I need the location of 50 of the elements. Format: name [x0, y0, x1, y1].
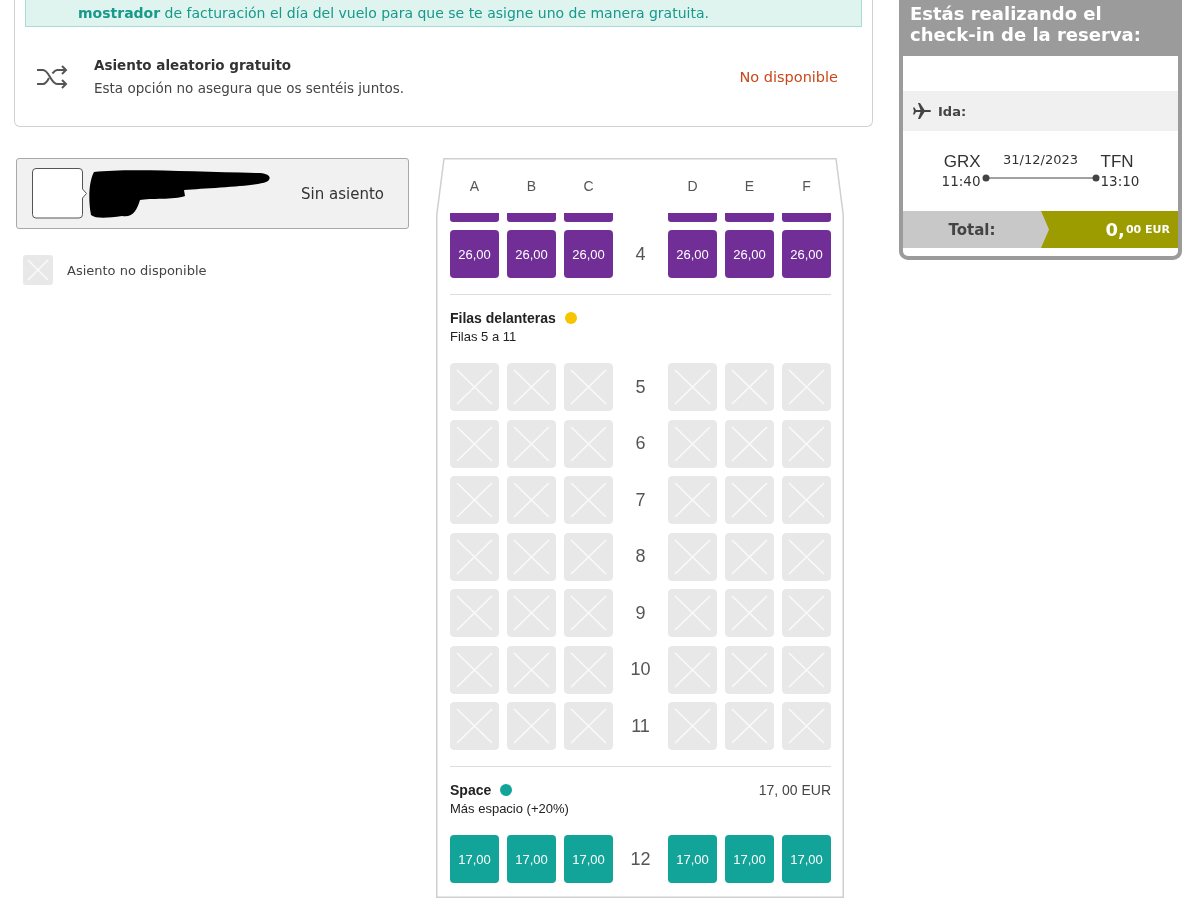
- row-number: 9: [634, 602, 647, 624]
- seat-status-text: Sin asiento: [301, 184, 384, 203]
- seat-tag-icon: [32, 168, 87, 219]
- row-number: 12: [629, 848, 652, 870]
- row-number: 5: [634, 376, 647, 398]
- total-amount: 0,$^{00 EUR}$: [1041, 211, 1178, 248]
- seat-button[interactable]: 26,00: [450, 230, 499, 278]
- seat-button[interactable]: [782, 213, 831, 222]
- departure-time: 11:40: [941, 172, 981, 190]
- section-subtitle: Filas 5 a 11: [450, 329, 518, 344]
- section-subtitle: Más espacio (+20%): [450, 801, 570, 816]
- availability-status: No disponible: [739, 68, 838, 85]
- seat-button[interactable]: [668, 213, 717, 222]
- row-number: 4: [634, 243, 647, 265]
- info-text: mostrador de facturación el día del vuelo para que se te asigne uno de manera gratuita.: [78, 4, 710, 22]
- arrival-time: 13:10: [1100, 172, 1140, 190]
- row-number: 11: [630, 715, 651, 737]
- section-price: 17, 00 EUR: [758, 782, 831, 798]
- seat-button[interactable]: [450, 213, 499, 222]
- seat-button[interactable]: 26,00: [564, 230, 613, 278]
- row-number: 6: [634, 433, 647, 454]
- column-label: D: [686, 177, 699, 194]
- seat-button[interactable]: 26,00: [507, 230, 556, 278]
- section-title: Filas delanteras: [450, 310, 556, 326]
- destination-code: TFN: [1100, 151, 1134, 172]
- option-description: Esta opción no asegura que os sentéis juntos.: [94, 80, 406, 96]
- passenger-card[interactable]: Sin asiento: [16, 158, 409, 229]
- seat-button[interactable]: [564, 213, 613, 222]
- total-label: Total:: [947, 219, 997, 241]
- column-label: B: [525, 177, 538, 194]
- row-number: 8: [634, 546, 647, 567]
- panel-title: Estás realizando el check-in de la reserva:: [903, 0, 1178, 56]
- option-title: Asiento aleatorio gratuito: [94, 57, 293, 73]
- origin-code: GRX: [943, 151, 981, 172]
- leg-label: Ida:: [938, 103, 967, 119]
- row-number: 7: [634, 489, 647, 511]
- seat-button[interactable]: 26,00: [668, 230, 717, 278]
- column-label: A: [468, 177, 481, 194]
- seat-button[interactable]: [507, 213, 556, 222]
- flight-date: 31/12/2023: [1003, 151, 1078, 169]
- seat-button[interactable]: 26,00: [782, 230, 831, 278]
- legend-label: Asiento no disponible: [67, 262, 207, 278]
- airplane-icon: [912, 102, 932, 120]
- column-label: C: [582, 177, 595, 194]
- column-label: E: [743, 177, 756, 194]
- seat-button[interactable]: 26,00: [725, 230, 774, 278]
- row-number: 10: [629, 659, 652, 680]
- seat-button[interactable]: [725, 213, 774, 222]
- section-title: Space: [450, 782, 492, 798]
- column-label: F: [801, 177, 812, 194]
